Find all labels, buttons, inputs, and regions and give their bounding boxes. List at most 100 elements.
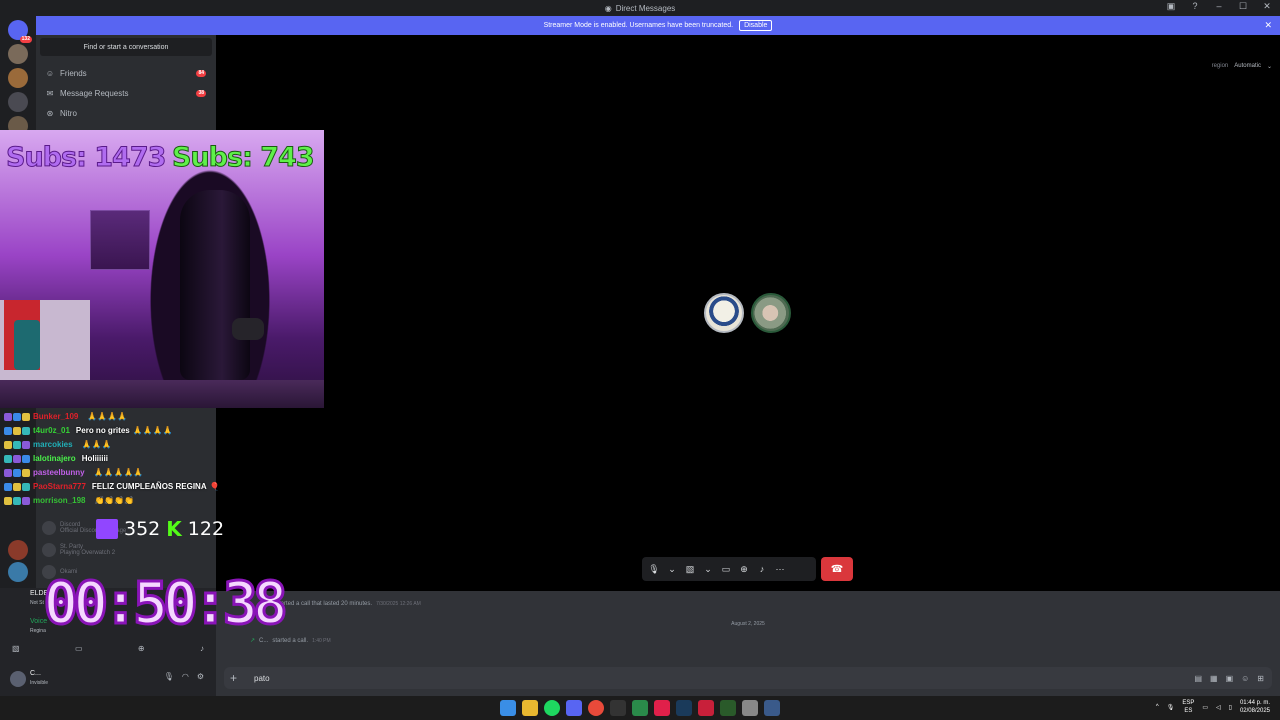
app-icon[interactable] — [632, 700, 648, 716]
chat-message: marcokies 🙏🙏🙏 — [4, 438, 111, 451]
server-icon[interactable] — [8, 540, 28, 560]
chat-emotes: 🎈 — [209, 482, 220, 491]
call-view: region Automatic ⌄ 🎙 ⌄ ▧ ⌄ ▭ ⊕ ♪ ⋯ ☎ — [216, 35, 1280, 591]
maximize-button[interactable]: ☐ — [1236, 1, 1250, 12]
tray-overflow-icon[interactable]: ^ — [1156, 704, 1159, 710]
chevron-down-icon[interactable]: ⌄ — [664, 564, 680, 575]
call-participant-avatar[interactable] — [751, 293, 791, 333]
chat-badge-icon — [22, 426, 30, 435]
soundboard-icon[interactable]: ♪ — [200, 644, 204, 653]
server-icon[interactable] — [8, 92, 28, 112]
soundboard-icon[interactable]: ♪ — [754, 564, 770, 574]
close-window-button[interactable]: ✕ — [1260, 1, 1274, 12]
chat-message: morrison_198 👏👏👏👏 — [4, 494, 134, 507]
twitch-logo-icon — [96, 519, 118, 539]
chat-username: t4ur0z_01 — [33, 426, 70, 435]
chat-badge-icon — [4, 454, 12, 463]
chat-badge-icon — [4, 496, 12, 505]
close-banner-icon[interactable]: ✕ — [1264, 20, 1272, 31]
settings-icon[interactable] — [764, 700, 780, 716]
battery-icon[interactable]: ▯ — [1229, 704, 1232, 711]
chat-message-text: Holiiiiii — [81, 454, 108, 463]
app-icon[interactable] — [698, 700, 714, 716]
file-explorer-icon[interactable] — [522, 700, 538, 716]
minimize-button[interactable]: – — [1212, 1, 1226, 12]
region-selector[interactable]: region Automatic ⌄ — [1212, 63, 1272, 70]
network-icon[interactable]: ▭ — [1202, 704, 1208, 711]
date-divider: August 2, 2025 — [731, 621, 765, 627]
settings-gear-icon[interactable]: ⚙ — [197, 672, 204, 681]
dm-list-item[interactable]: St. Party Playing Overwatch 2 — [42, 540, 210, 560]
chat-emotes: 👏👏👏👏 — [94, 496, 135, 505]
server-icon[interactable] — [8, 562, 28, 582]
kick-subs-counter: Subs: 743 — [172, 142, 316, 174]
chat-emotes: 🙏🙏🙏🙏🙏 — [93, 468, 144, 477]
microphone-icon[interactable]: 🎙 — [164, 672, 174, 681]
spotify-icon[interactable] — [544, 700, 560, 716]
chevron-down-icon[interactable]: ⌄ — [700, 564, 716, 575]
chat-badge-icon — [22, 468, 30, 477]
camera-off-icon[interactable]: ▧ — [12, 644, 20, 653]
disconnect-call-button[interactable]: ☎ — [821, 557, 853, 581]
chrome-icon[interactable] — [588, 700, 604, 716]
tray-mic-icon[interactable]: 🎙 — [1167, 704, 1175, 711]
call-participant-avatar[interactable] — [704, 293, 744, 333]
start-menu-icon[interactable] — [500, 700, 516, 716]
system-clock[interactable]: 01:44 p. m. 02/08/2025 — [1240, 699, 1270, 715]
sidebar-item-label: Message Requests — [60, 88, 129, 98]
region-label: region — [1211, 63, 1229, 69]
home-button[interactable]: 132 — [8, 20, 32, 43]
settings-icon[interactable] — [742, 700, 758, 716]
background-shelf — [90, 210, 150, 270]
sidebar-item-friends[interactable]: ☺ Friends 84 — [42, 65, 210, 81]
app-icon[interactable] — [610, 700, 626, 716]
chat-message: Bunker_109 🙏🙏🙏🙏 — [4, 410, 127, 423]
discord-icon[interactable] — [566, 700, 582, 716]
chat-message: t4ur0z_01 Pero no grites 🙏🙏🙏🙏 — [4, 424, 173, 437]
camera-off-icon[interactable]: ▧ — [682, 564, 698, 575]
chat-emotes: 🙏🙏🙏 — [81, 440, 112, 449]
activities-icon[interactable]: ⊕ — [736, 564, 752, 575]
nitro-icon: ⊛ — [46, 108, 54, 118]
clock-date: 02/08/2025 — [1239, 708, 1270, 714]
gif-icon[interactable]: ▦ — [1210, 674, 1218, 683]
sidebar-item-message-requests[interactable]: ✉ Message Requests 38 — [42, 85, 210, 101]
activities-icon[interactable]: ⊕ — [138, 644, 145, 653]
friends-icon: ☺ — [45, 68, 55, 78]
language-indicator[interactable]: ESP ES — [1182, 699, 1194, 715]
hangup-icon: ☎ — [830, 563, 844, 575]
steam-icon[interactable] — [676, 700, 692, 716]
help-icon[interactable]: ? — [1188, 1, 1202, 12]
inbox-icon[interactable]: ▣ — [1164, 1, 1178, 12]
microphone-icon[interactable]: 🎙 — [646, 564, 662, 575]
app-icon[interactable] — [654, 700, 670, 716]
app-icon[interactable] — [720, 700, 736, 716]
gift-icon[interactable]: ▤ — [1194, 674, 1202, 683]
server-icon[interactable] — [8, 44, 28, 64]
chat-badge-icon — [22, 454, 30, 463]
sidebar-item-label: Friends — [60, 68, 87, 78]
more-options-icon[interactable]: ⋯ — [772, 564, 788, 575]
window-titlebar: ◉ Direct Messages ▣ ? – ☐ ✕ — [0, 0, 1280, 16]
sticker-icon[interactable]: ▣ — [1226, 674, 1234, 683]
server-icon[interactable] — [8, 68, 28, 88]
apps-icon[interactable]: ⊞ — [1257, 674, 1264, 683]
system-message: started a call that lasted 20 minutes. 7… — [276, 601, 421, 607]
find-conversation-input[interactable]: Find or start a conversation — [40, 38, 212, 56]
screen-share-icon[interactable]: ▭ — [718, 564, 734, 575]
screen-share-icon[interactable]: ▭ — [75, 644, 83, 653]
emoji-icon[interactable]: ☺ — [1241, 674, 1249, 683]
chat-badge-icon — [4, 426, 12, 435]
disable-streamer-mode-button[interactable]: Disable — [739, 20, 773, 31]
volume-icon[interactable]: ◁ — [1216, 704, 1221, 711]
avatar[interactable] — [10, 671, 26, 687]
message-input[interactable]: + pato ▤ ▦ ▣ ☺ ⊞ — [224, 667, 1272, 689]
kick-logo-icon: K — [166, 517, 182, 541]
stream-timer: 00:50:38 — [42, 568, 289, 639]
streamer-mode-banner: Streamer Mode is enabled. Usernames have… — [36, 16, 1280, 35]
sidebar-item-nitro[interactable]: ⊛ Nitro — [42, 105, 210, 121]
headphones-icon[interactable]: ◠ — [182, 672, 189, 681]
chat-badges — [4, 482, 30, 491]
chat-badge-icon — [13, 426, 21, 435]
attach-plus-icon[interactable]: + — [230, 671, 250, 685]
